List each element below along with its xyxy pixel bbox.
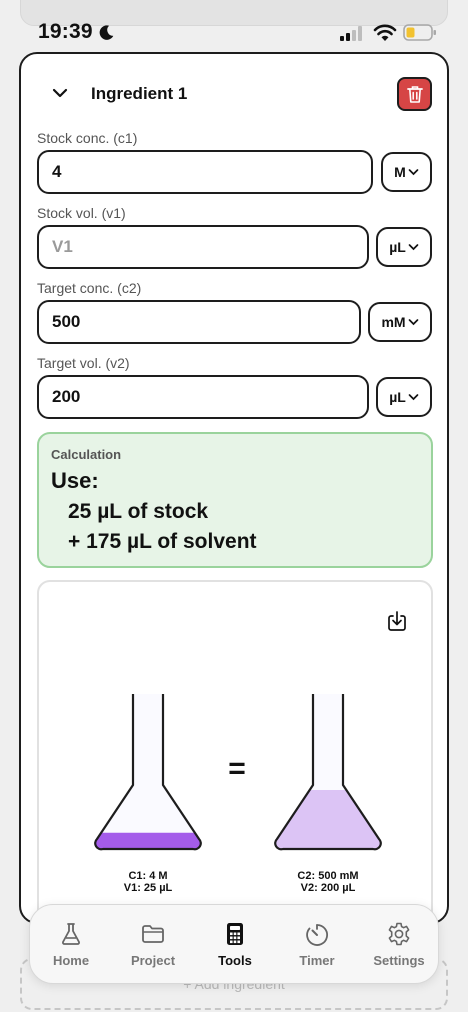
target-vol-input[interactable] bbox=[37, 375, 369, 419]
tab-home[interactable]: Home bbox=[30, 905, 112, 985]
target-conc-unit-value: mM bbox=[381, 314, 406, 330]
stock-vol-unit-value: µL bbox=[389, 239, 406, 255]
stock-conc-unit-value: M bbox=[394, 164, 406, 180]
gear-icon bbox=[388, 922, 410, 946]
dilution-visual: = C1: 4 M V1: 25 µL C2: 500 mM V2: 200 µ… bbox=[37, 580, 433, 922]
flask-drawing: = bbox=[94, 694, 382, 851]
stock-vol-unit-select[interactable]: µL bbox=[376, 227, 432, 267]
tab-project[interactable]: Project bbox=[112, 905, 194, 985]
stock-vol-label: Stock vol. (v1) bbox=[37, 205, 126, 221]
target-vol-label: Target vol. (v2) bbox=[37, 355, 130, 371]
status-time: 19:39 bbox=[38, 20, 93, 43]
tab-settings-label: Settings bbox=[373, 953, 425, 968]
right-flask-liquid bbox=[275, 790, 381, 850]
stock-vol-input[interactable] bbox=[37, 225, 369, 269]
tab-project-label: Project bbox=[130, 953, 176, 968]
stock-conc-input[interactable] bbox=[37, 150, 373, 194]
right-flask-label: C2: 500 mM V2: 200 µL bbox=[268, 870, 388, 894]
left-flask-label: C1: 4 M V1: 25 µL bbox=[88, 870, 208, 894]
left-flask-conc: C1: 4 M bbox=[128, 870, 168, 882]
flask-icon bbox=[62, 923, 80, 945]
tab-tools-label: Tools bbox=[218, 953, 252, 968]
target-vol-unit-value: µL bbox=[389, 389, 406, 405]
chevron-down-icon bbox=[408, 394, 419, 401]
calculation-panel: Calculation Use: 25 µL of stock + 175 µL… bbox=[37, 432, 433, 568]
stock-conc-label: Stock conc. (c1) bbox=[37, 130, 138, 146]
ingredient-card: Ingredient 1 Stock conc. (c1) M Stock vo… bbox=[19, 52, 449, 924]
right-flask-vol: V2: 200 µL bbox=[300, 882, 356, 894]
timer-icon bbox=[306, 924, 328, 946]
chevron-down-icon bbox=[408, 169, 419, 176]
calculation-solvent-line: + 175 µL of solvent bbox=[68, 530, 257, 553]
calculation-stock-line: 25 µL of stock bbox=[68, 500, 209, 523]
cellular-signal-icon bbox=[340, 26, 362, 41]
wifi-icon bbox=[373, 24, 397, 41]
target-conc-input[interactable] bbox=[37, 300, 361, 344]
trash-icon bbox=[407, 86, 423, 103]
tab-settings[interactable]: Settings bbox=[358, 905, 440, 985]
chevron-down-icon[interactable] bbox=[51, 84, 69, 102]
equals-sign: = bbox=[228, 752, 246, 785]
chevron-down-icon bbox=[408, 319, 418, 326]
stock-conc-unit-select[interactable]: M bbox=[381, 152, 432, 192]
tab-timer-label: Timer bbox=[299, 953, 335, 968]
tab-timer[interactable]: Timer bbox=[276, 905, 358, 985]
target-vol-unit-select[interactable]: µL bbox=[376, 377, 432, 417]
left-flask-vol: V1: 25 µL bbox=[123, 882, 173, 894]
status-bar: 19:39 bbox=[0, 14, 468, 48]
right-flask-conc: C2: 500 mM bbox=[297, 870, 359, 882]
tab-tools[interactable]: Tools bbox=[194, 905, 276, 985]
calculation-label: Calculation bbox=[51, 447, 122, 462]
tab-bar: Home Project Tools Timer Settings bbox=[29, 904, 439, 984]
moon-icon bbox=[99, 25, 114, 40]
folder-icon bbox=[142, 925, 164, 943]
target-conc-unit-select[interactable]: mM bbox=[368, 302, 432, 342]
target-conc-label: Target conc. (c2) bbox=[37, 280, 142, 296]
ingredient-title: Ingredient 1 bbox=[91, 84, 188, 103]
delete-ingredient-button[interactable] bbox=[397, 77, 432, 111]
calculator-icon bbox=[227, 923, 243, 945]
tab-home-label: Home bbox=[52, 953, 90, 968]
calculation-use: Use: bbox=[51, 468, 99, 493]
chevron-down-icon bbox=[408, 244, 419, 251]
battery-icon bbox=[403, 24, 436, 41]
